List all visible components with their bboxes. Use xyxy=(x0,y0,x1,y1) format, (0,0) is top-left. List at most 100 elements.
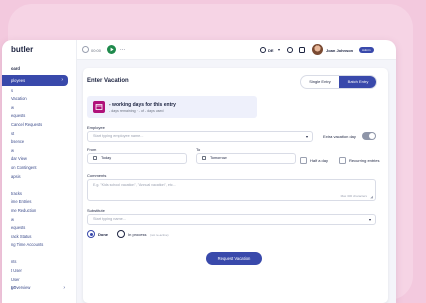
request-vacation-button[interactable]: Request Vacation xyxy=(206,252,262,265)
sidebar-item-label: bsence xyxy=(11,139,25,145)
half-day-checkbox[interactable] xyxy=(300,157,307,164)
employee-placeholder: Start typing employee name... xyxy=(93,134,144,138)
sidebar-item[interactable]: apsis xyxy=(2,173,77,182)
language-select[interactable]: DE xyxy=(268,48,274,53)
single-entry-tab[interactable]: Single Entry xyxy=(301,76,339,88)
sidebar-item-label: Cancel Requests xyxy=(11,121,43,127)
sidebar-item[interactable]: User xyxy=(2,276,77,285)
sidebar-item[interactable]: me Reduction xyxy=(2,207,77,216)
to-date-value: Tomorrow xyxy=(210,156,227,160)
page-title: Enter Vacation xyxy=(87,78,129,84)
avatar[interactable] xyxy=(312,44,323,55)
notifications-icon[interactable] xyxy=(299,47,305,53)
sidebar-item-label: st xyxy=(11,130,15,136)
comments-textarea[interactable]: E.g. "Kids school vacation", "Annual vac… xyxy=(87,179,376,201)
calendar-glyph xyxy=(95,104,103,110)
help-icon[interactable] xyxy=(287,47,293,53)
sidebar-item[interactable]: dar View xyxy=(2,155,77,164)
more-menu[interactable]: ··· xyxy=(120,47,125,53)
comments-counter: Max 300 characters xyxy=(340,194,367,198)
sidebar-item-label: equests xyxy=(11,113,26,119)
sidebar-item-label: oard xyxy=(11,66,20,71)
sidebar-item-label: User xyxy=(11,276,20,282)
main-content: Enter Vacation Single Entry Batch Entry … xyxy=(77,60,396,303)
working-days-text: - working days for this entry xyxy=(109,102,176,108)
in-process-label: In process xyxy=(128,232,147,237)
sidebar-item[interactable]: s xyxy=(2,87,77,96)
sidebar-item[interactable]: ng Time Accounts xyxy=(2,241,77,250)
sidebar-item[interactable]: st xyxy=(2,130,77,139)
from-date-input[interactable]: Today xyxy=(87,153,187,164)
timer-value: 00:00 xyxy=(91,47,102,53)
sidebar-item[interactable]: equests xyxy=(2,112,77,121)
substitute-placeholder: Start typing name... xyxy=(93,217,126,221)
sidebar-item-label: me Reduction xyxy=(11,207,37,213)
calendar-icon xyxy=(93,155,97,160)
sidebar-item-label: apsis xyxy=(11,173,21,179)
sidebar-footer-item[interactable]: ge › xyxy=(2,284,77,293)
half-day-label: Half a day xyxy=(310,158,329,163)
sidebar-item[interactable]: Vacation xyxy=(2,95,77,104)
sidebar-item-label: equests xyxy=(11,225,26,231)
vacation-form-card: Enter Vacation Single Entry Batch Entry … xyxy=(83,68,388,303)
user-name: Joan Johnson xyxy=(326,47,354,53)
sidebar-item-label: rack Status xyxy=(11,233,32,239)
comments-placeholder: E.g. "Kids school vacation", "Annual vac… xyxy=(93,183,176,187)
chevron-right-icon: › xyxy=(63,285,65,291)
recurring-checkbox[interactable] xyxy=(339,157,346,164)
sidebar-item-label: nts xyxy=(11,259,17,265)
sidebar-item[interactable]: t User xyxy=(2,267,77,276)
chevron-down-icon: ▾ xyxy=(305,134,308,139)
resize-handle-icon[interactable]: ◢ xyxy=(370,195,373,199)
sidebar-item[interactable]: w xyxy=(2,147,77,156)
sidebar-item[interactable]: w xyxy=(2,216,77,225)
to-label: To xyxy=(196,147,201,152)
globe-icon xyxy=(260,47,266,53)
toggle-knob xyxy=(369,133,375,139)
chevron-down-icon: ▾ xyxy=(278,47,281,52)
summary-box: - working days for this entry - days rem… xyxy=(87,96,257,118)
from-date-value: Today xyxy=(101,156,112,160)
substitute-select[interactable]: Start typing name... ▾ xyxy=(87,214,376,225)
sidebar-item[interactable]: equests xyxy=(2,224,77,233)
sidebar-item[interactable]: w xyxy=(2,104,77,113)
sidebar-item-label: w xyxy=(11,147,14,153)
calendar-icon xyxy=(93,101,105,113)
sidebar-item-label: w xyxy=(11,104,14,110)
sidebar-footer-label: ge xyxy=(11,285,16,290)
done-label: Done xyxy=(98,232,108,237)
sidebar-item-label: tracks xyxy=(11,190,22,196)
sidebar-item-label: s xyxy=(11,87,14,93)
sidebar-item[interactable]: tracks xyxy=(2,190,77,199)
in-process-hint: (not re-active) xyxy=(150,232,169,237)
from-label: From xyxy=(87,147,97,152)
sidebar-item[interactable]: on Contingent xyxy=(2,164,77,173)
play-button[interactable] xyxy=(107,45,116,54)
sidebar-item-label: ime Entries xyxy=(11,199,32,205)
sidebar-item[interactable]: ployees › xyxy=(2,74,68,86)
employee-label: Employee xyxy=(87,125,105,130)
sidebar-item[interactable]: Cancel Requests xyxy=(2,121,77,130)
sidebar-item: oard xyxy=(2,65,77,74)
sidebar-item-label: ng Time Accounts xyxy=(11,242,44,248)
sidebar-item-label: w xyxy=(11,216,14,222)
sidebar-item[interactable] xyxy=(2,181,77,190)
sidebar-item[interactable]: ime Entries xyxy=(2,198,77,207)
radio-dot xyxy=(89,232,93,236)
comments-label: Comments xyxy=(87,173,107,178)
role-badge: Admin xyxy=(359,46,374,53)
to-date-input[interactable]: Tomorrow xyxy=(196,153,296,164)
sidebar-item[interactable]: bsence xyxy=(2,138,77,147)
employee-select[interactable]: Start typing employee name... ▾ xyxy=(87,131,313,142)
extra-day-toggle[interactable] xyxy=(362,132,376,140)
batch-entry-tab[interactable]: Batch Entry xyxy=(339,76,376,88)
sidebar-item[interactable]: rack Status xyxy=(2,233,77,242)
sidebar-item-label: ployees xyxy=(11,77,26,83)
play-icon xyxy=(110,47,114,52)
sidebar-item-label: dar View xyxy=(11,156,27,162)
done-radio[interactable] xyxy=(87,230,95,238)
sidebar: butler oard ployees › s Vacation w equests Canc… xyxy=(2,40,77,303)
sidebar-item[interactable] xyxy=(2,250,77,259)
sidebar-item[interactable]: nts xyxy=(2,258,77,267)
in-process-radio[interactable] xyxy=(117,230,125,238)
